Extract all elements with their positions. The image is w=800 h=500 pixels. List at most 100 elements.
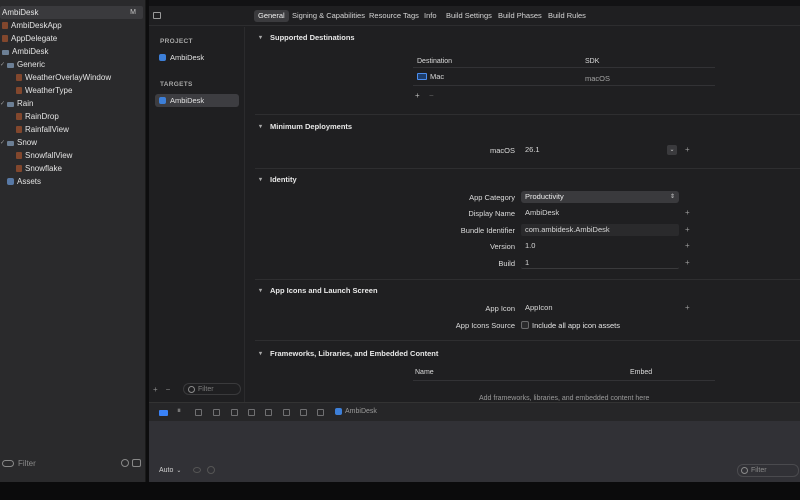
step-into-icon[interactable] — [213, 409, 220, 416]
sidebar-toggle-icon[interactable] — [153, 12, 161, 19]
remove-target-button[interactable]: − — [166, 385, 171, 394]
location-arrow-icon[interactable] — [317, 409, 324, 416]
targets-filter-input[interactable]: Filter — [183, 383, 241, 395]
app-icons-source-label: App Icons Source — [455, 321, 515, 330]
build-field[interactable]: 1 — [521, 257, 679, 269]
section-title: App Icons and Launch Screen — [270, 286, 378, 295]
console-filter-input[interactable]: Filter — [737, 464, 799, 477]
navigator-item-folder[interactable]: ✓ Generic — [0, 58, 45, 71]
folder-icon — [7, 101, 14, 107]
table-header-rule — [413, 67, 715, 68]
macos-deployment-combo[interactable]: 26.1 ⌄ — [521, 144, 679, 156]
project-item[interactable]: AmbiDesk — [155, 51, 239, 64]
add-build-button[interactable]: + — [685, 258, 690, 267]
frameworks-empty-message: Add frameworks, libraries, and embedded … — [479, 395, 650, 402]
view-hierarchy-icon[interactable] — [248, 409, 255, 416]
simulate-location-icon[interactable] — [300, 409, 307, 416]
navigator-item-folder[interactable]: ✓ Rain — [0, 97, 33, 110]
step-out-icon[interactable] — [231, 409, 238, 416]
disclosure-chevron-icon[interactable]: ✓ — [0, 139, 7, 146]
navigator-item-folder[interactable]: AmbiDesk — [0, 45, 48, 58]
remove-destination-button[interactable]: − — [429, 91, 434, 100]
disclosure-chevron-icon[interactable]: ✓ — [0, 100, 7, 107]
pause-icon[interactable]: ⏸ — [177, 406, 184, 415]
quick-look-icon[interactable] — [193, 467, 202, 473]
toggle-console-icon[interactable] — [159, 410, 168, 416]
swift-file-icon — [16, 126, 22, 133]
section-divider — [255, 340, 800, 341]
navigator-item-label: RainDrop — [25, 112, 59, 121]
section-identity[interactable]: ▾ Identity — [259, 175, 297, 184]
navigator-item-file[interactable]: WeatherOverlayWindow — [0, 71, 111, 84]
tab-signing-capabilities[interactable]: Signing & Capabilities — [288, 10, 369, 22]
filter-scope-icon[interactable] — [2, 459, 14, 467]
swift-file-icon — [2, 35, 8, 42]
info-icon[interactable] — [207, 466, 216, 474]
include-all-app-icons-label: Include all app icon assets — [532, 321, 620, 330]
add-destination-button[interactable]: + — [415, 91, 420, 100]
navigator-item-label: AmbiDesk — [2, 8, 39, 17]
navigator-item-label: Rain — [17, 99, 34, 108]
swift-file-icon — [16, 87, 22, 94]
folder-icon — [7, 140, 14, 146]
tab-info[interactable]: Info — [420, 10, 441, 22]
target-item[interactable]: AmbiDesk — [155, 94, 239, 107]
navigator-item-file[interactable]: SnowfallView — [0, 149, 72, 162]
table-row-rule — [413, 85, 715, 86]
source-control-filter-icon[interactable] — [132, 459, 141, 467]
app-category-popup[interactable]: Productivity ⇕ — [521, 191, 679, 203]
section-app-icons[interactable]: ▾ App Icons and Launch Screen — [259, 286, 378, 295]
memory-graph-icon[interactable] — [265, 409, 272, 416]
section-title: Supported Destinations — [270, 33, 355, 42]
destination-name: Mac — [430, 72, 445, 81]
build-value: 1 — [525, 258, 530, 267]
tab-build-phases[interactable]: Build Phases — [494, 10, 546, 22]
disclosure-chevron-icon[interactable]: ✓ — [0, 61, 7, 68]
step-over-icon[interactable] — [195, 409, 202, 416]
add-version-button[interactable]: + — [685, 241, 690, 250]
modified-badge: M — [130, 9, 136, 16]
navigator-item-file[interactable]: RainfallView — [0, 123, 69, 136]
project-editor: General Signing & Capabilities Resource … — [149, 6, 800, 402]
navigator-filter-input[interactable]: Filter — [18, 459, 36, 468]
tab-general[interactable]: General — [254, 10, 289, 22]
display-name-label: Display Name — [468, 209, 515, 218]
destination-row[interactable]: Mac — [417, 72, 444, 81]
add-display-name-button[interactable]: + — [685, 208, 690, 217]
tab-build-rules[interactable]: Build Rules — [544, 10, 590, 22]
navigator-item-file[interactable]: WeatherType — [0, 84, 72, 97]
tab-build-settings[interactable]: Build Settings — [442, 10, 496, 22]
navigator-item-file[interactable]: Snowflake — [0, 162, 62, 175]
navigator-item-label: WeatherOverlayWindow — [25, 73, 112, 82]
tab-resource-tags[interactable]: Resource Tags — [365, 10, 423, 22]
add-bundle-identifier-button[interactable]: + — [685, 225, 690, 234]
add-app-icon-button[interactable]: + — [685, 303, 690, 312]
app-icon-field[interactable]: AppIcon — [521, 302, 679, 314]
navigator-item-file[interactable]: RainDrop — [0, 110, 59, 123]
swift-file-icon — [16, 152, 22, 159]
section-frameworks[interactable]: ▾ Frameworks, Libraries, and Embedded Co… — [259, 349, 438, 358]
destination-column-header: Destination — [417, 58, 453, 65]
section-supported-destinations[interactable]: ▾ Supported Destinations — [259, 33, 355, 42]
chevron-down-icon: ▾ — [259, 35, 263, 41]
console-mode-select[interactable]: Auto — [159, 467, 173, 474]
app-category-value: Productivity — [525, 192, 564, 201]
navigator-item-project[interactable]: AmbiDesk M — [0, 6, 143, 19]
navigator-item-file[interactable]: AmbiDeskApp — [0, 19, 62, 32]
folder-icon — [7, 62, 14, 68]
chevron-down-icon[interactable]: ⌄ — [667, 145, 677, 155]
recent-files-icon[interactable] — [121, 459, 129, 467]
navigator-item-file[interactable]: AppDelegate — [0, 32, 57, 45]
include-all-app-icons-checkbox[interactable] — [521, 321, 529, 329]
add-deployment-button[interactable]: + — [685, 145, 690, 154]
destination-sdk: macOS — [585, 74, 611, 83]
section-minimum-deployments[interactable]: ▾ Minimum Deployments — [259, 122, 352, 131]
version-field[interactable]: 1.0 — [521, 240, 679, 252]
navigator-item-assets[interactable]: Assets — [0, 175, 41, 188]
add-target-button[interactable]: + — [153, 385, 158, 394]
editor-tab-bar: General Signing & Capabilities Resource … — [149, 6, 800, 26]
bundle-identifier-field[interactable]: com.ambidesk.AmbiDesk — [521, 224, 679, 236]
navigator-item-folder[interactable]: ✓ Snow — [0, 136, 37, 149]
display-name-field[interactable]: AmbiDesk — [521, 207, 679, 219]
environment-overrides-icon[interactable] — [283, 409, 290, 416]
